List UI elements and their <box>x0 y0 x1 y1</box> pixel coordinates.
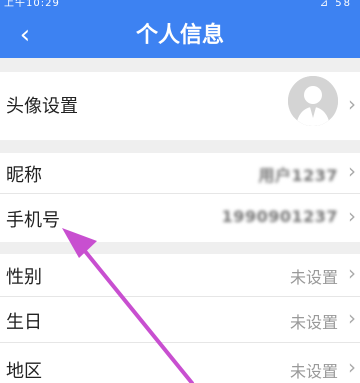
row-label-region: 地区 <box>6 361 42 382</box>
status-time: 上午10:29 <box>4 0 60 9</box>
row-value-region: 未设置 <box>289 362 338 381</box>
row-value-nickname: 用户1237 <box>258 166 338 185</box>
avatar <box>288 76 338 126</box>
section-gap <box>0 141 360 153</box>
row-value-gender: 未设置 <box>289 268 338 287</box>
row-gender[interactable]: 性别 未设置 › <box>0 254 360 296</box>
row-value-birthday: 未设置 <box>289 313 338 332</box>
app-header: ‹ 个人信息 <box>0 14 360 58</box>
chevron-right-icon: › <box>348 204 356 228</box>
status-bar: 上午10:29 ⊿ 58 <box>0 0 360 14</box>
section-gap <box>0 58 360 72</box>
chevron-right-icon: › <box>348 355 356 379</box>
row-avatar-setting[interactable]: 头像设置 › <box>0 72 360 140</box>
page-title: 个人信息 <box>135 23 224 48</box>
row-label-birthday: 生日 <box>6 312 42 333</box>
row-value-phone: 1990901237 <box>221 207 338 226</box>
section-gap <box>0 242 360 254</box>
default-avatar-icon <box>288 76 338 126</box>
status-indicators: ⊿ 58 <box>319 0 352 9</box>
row-region[interactable]: 地区 未设置 › <box>0 343 360 383</box>
chevron-right-icon: › <box>348 159 356 183</box>
chevron-right-icon: › <box>348 306 356 330</box>
chevron-right-icon: › <box>348 92 356 116</box>
row-label-avatar: 头像设置 <box>6 96 78 117</box>
row-phone[interactable]: 手机号 1990901237 › <box>0 194 360 242</box>
row-label-gender: 性别 <box>6 267 42 288</box>
chevron-right-icon: › <box>348 261 356 285</box>
row-label-nickname: 昵称 <box>6 165 42 186</box>
row-nickname[interactable]: 昵称 用户1237 › <box>0 153 360 193</box>
row-label-phone: 手机号 <box>6 210 60 231</box>
row-birthday[interactable]: 生日 未设置 › <box>0 297 360 342</box>
